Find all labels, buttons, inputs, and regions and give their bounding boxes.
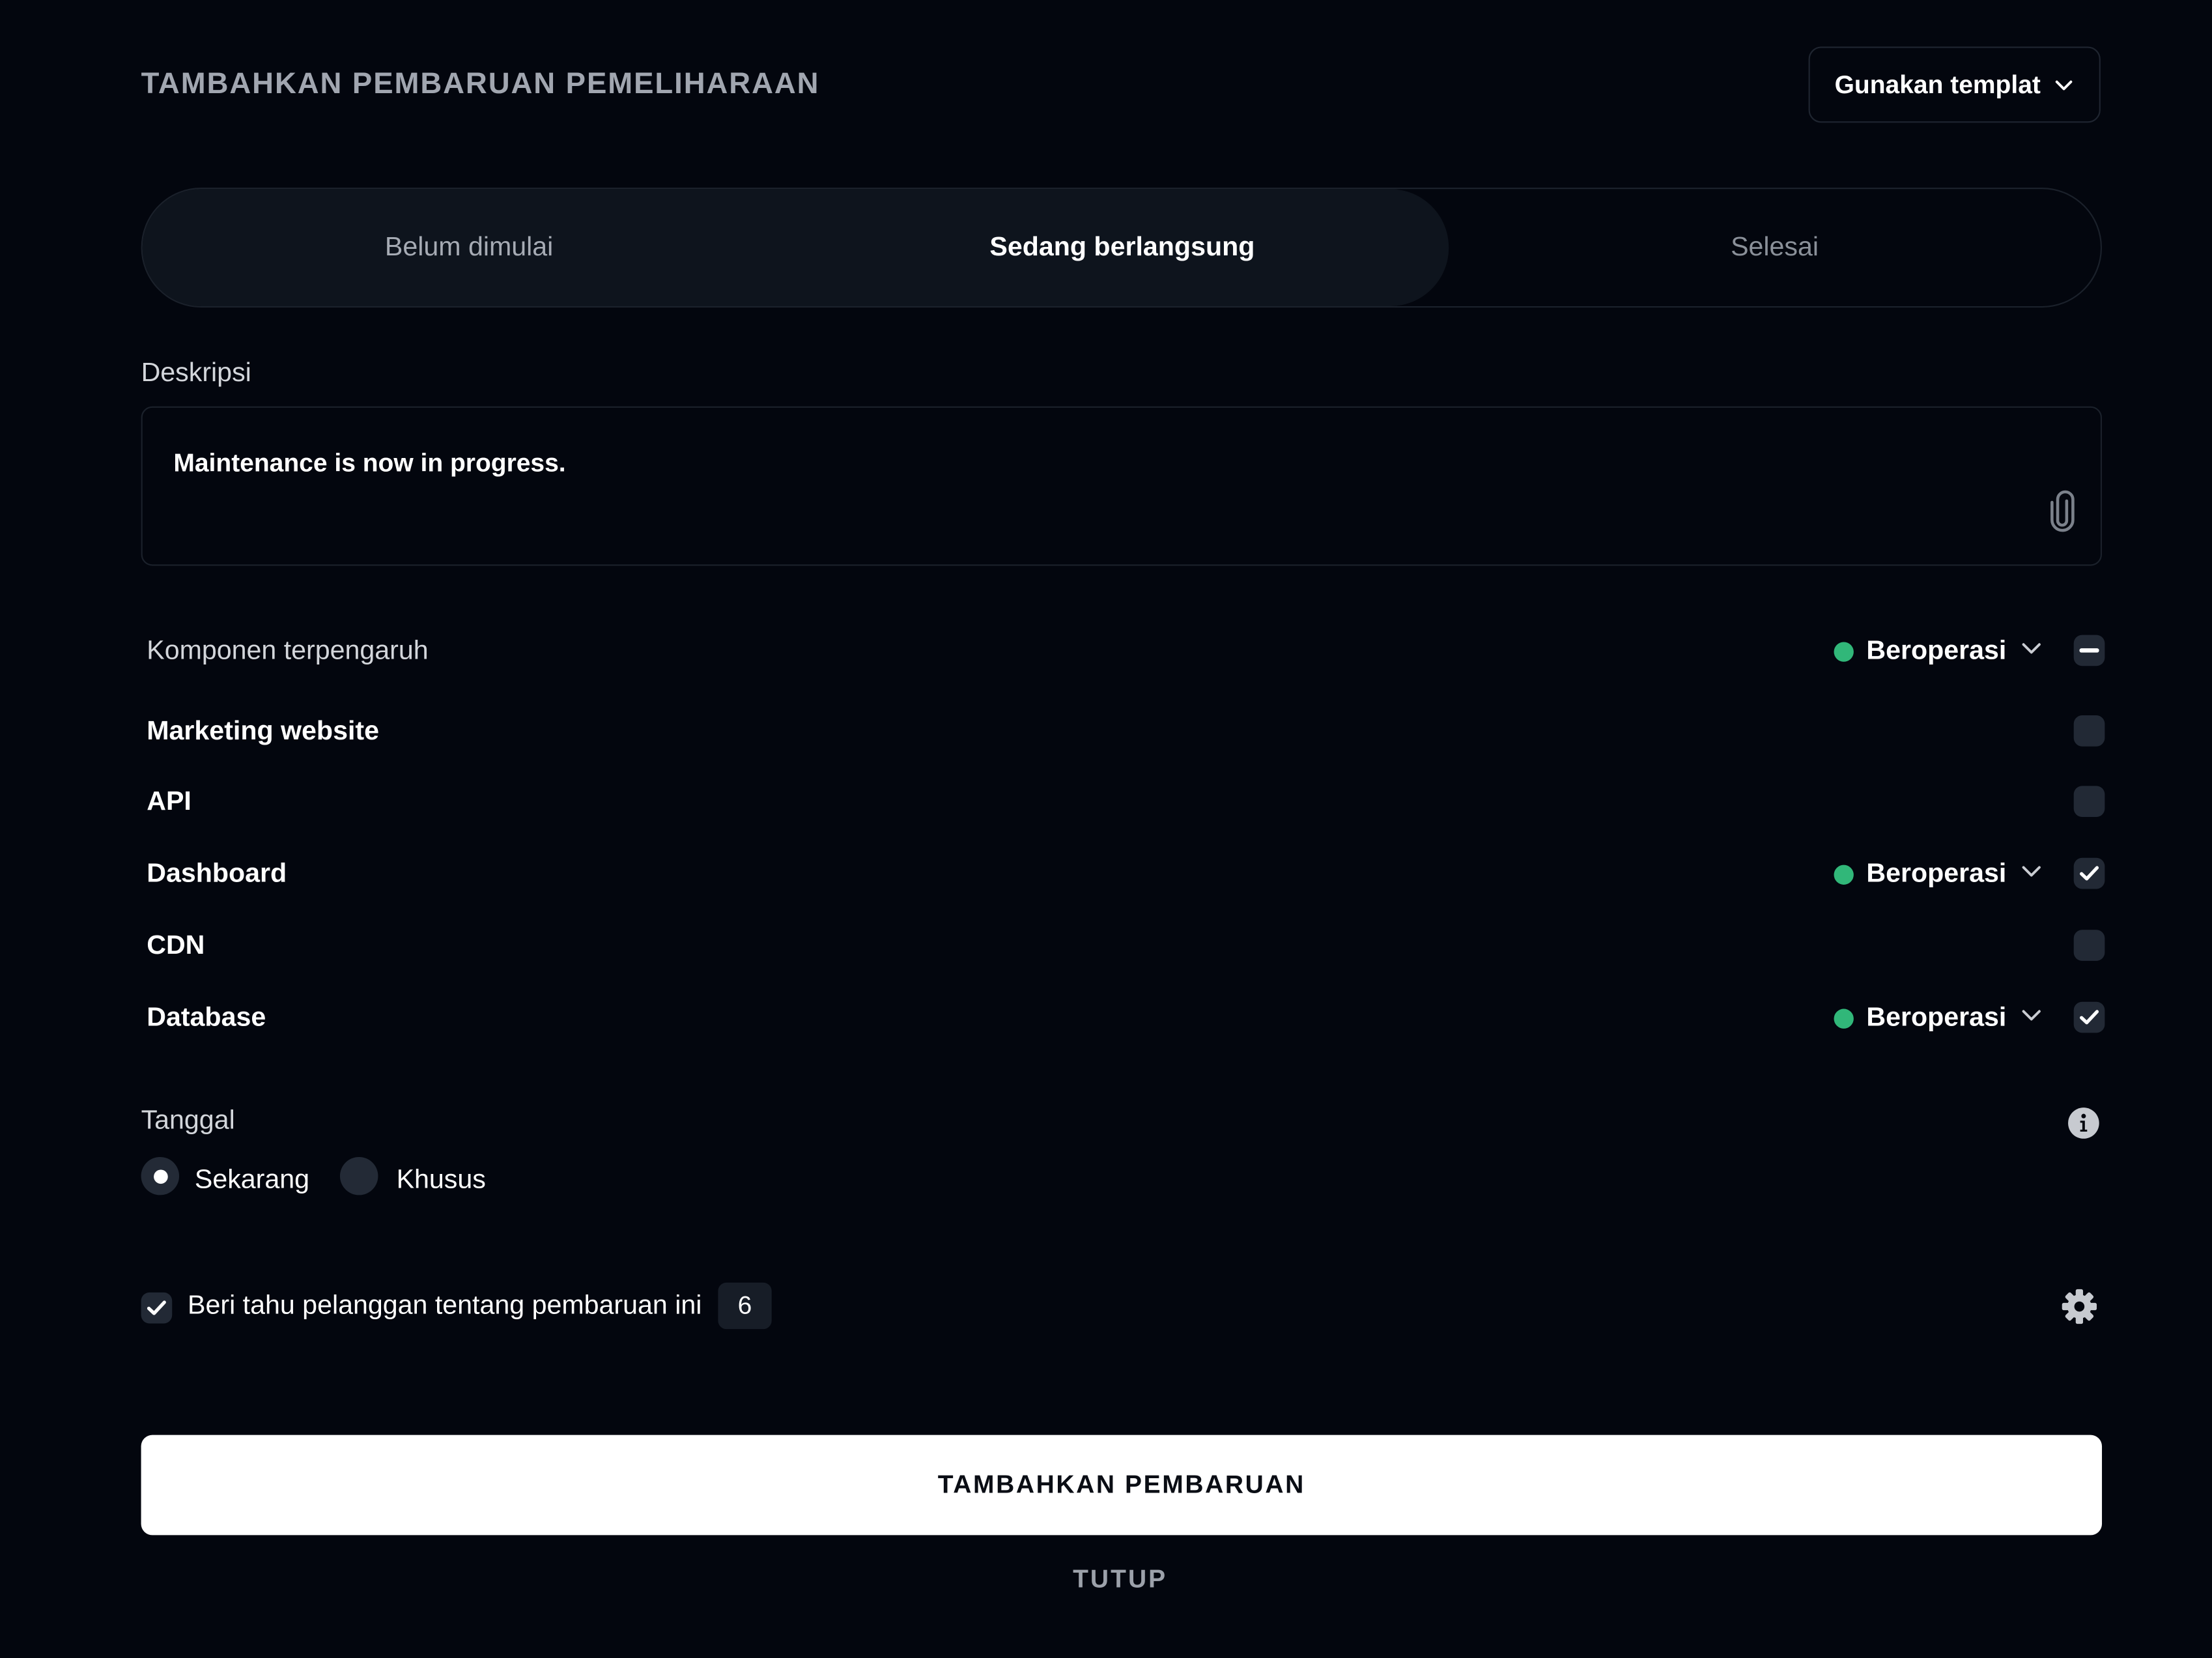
date-option-now-label[interactable]: Sekarang (195, 1165, 309, 1197)
status-segmented-control: Belum dimulai Sedang berlangsung Selesai (141, 188, 2103, 308)
component-name-database: Database (147, 1003, 266, 1033)
component-name-cdn: CDN (147, 931, 205, 961)
component-checkbox-dashboard[interactable] (2073, 857, 2105, 889)
paperclip-icon[interactable] (2045, 488, 2079, 540)
description-label: Deskripsi (141, 358, 251, 388)
select-all-components-checkbox[interactable] (2073, 635, 2105, 666)
status-dot (1834, 1008, 1854, 1029)
component-status-value: Beroperasi (1866, 859, 2007, 889)
component-checkbox-marketing-website[interactable] (2073, 715, 2105, 747)
add-update-button[interactable]: TAMBAHKAN PEMBARUAN (141, 1435, 2103, 1536)
use-template-button[interactable]: Gunakan templat (1808, 46, 2101, 123)
component-status-value: Beroperasi (1866, 1003, 2007, 1033)
component-checkbox-cdn[interactable] (2073, 930, 2105, 961)
description-value: Maintenance is now in progress. (173, 448, 566, 478)
check-icon (147, 1300, 166, 1315)
maintenance-update-modal: TAMBAHKAN PEMBARUAN PEMELIHARAAN Gunakan… (0, 0, 2212, 1658)
status-tab-in-progress[interactable]: Sedang berlangsung (796, 189, 1449, 306)
component-name-dashboard: Dashboard (147, 859, 287, 889)
radio-selected-dot (152, 1169, 167, 1184)
date-option-custom-label[interactable]: Khusus (397, 1165, 486, 1197)
use-template-label: Gunakan templat (1834, 70, 2041, 98)
check-icon (2080, 1010, 2099, 1025)
gear-icon[interactable] (2061, 1288, 2097, 1332)
bulk-status-value: Beroperasi (1866, 636, 2007, 666)
component-name-api: API (147, 787, 191, 817)
status-dot (1834, 865, 1854, 885)
date-option-custom-radio[interactable] (339, 1156, 378, 1195)
check-icon (2080, 866, 2099, 881)
component-checkbox-database[interactable] (2073, 1001, 2105, 1033)
close-button[interactable]: TUTUP (979, 1556, 1261, 1601)
date-option-now-radio[interactable] (141, 1156, 180, 1195)
chevron-down-icon (2052, 74, 2075, 96)
subscriber-count-badge: 6 (718, 1282, 772, 1330)
chevron-down-icon (2019, 858, 2045, 892)
chevron-down-icon (2019, 635, 2045, 669)
bulk-status-select[interactable]: Beroperasi (1834, 632, 2045, 672)
info-icon[interactable] (2067, 1106, 2101, 1147)
component-status-select-dashboard[interactable]: Beroperasi (1834, 855, 2045, 894)
minus-icon (2079, 648, 2099, 653)
modal-title: TAMBAHKAN PEMBARUAN PEMELIHARAAN (141, 67, 820, 100)
component-status-select-database[interactable]: Beroperasi (1834, 999, 2045, 1038)
status-dot (1834, 642, 1854, 662)
status-tab-not-started[interactable]: Belum dimulai (143, 189, 796, 306)
chevron-down-icon (2019, 1002, 2045, 1036)
date-label: Tanggal (141, 1106, 235, 1136)
component-name-marketing-website: Marketing website (147, 717, 379, 747)
notify-subscribers-checkbox[interactable] (141, 1292, 173, 1324)
notify-subscribers-label[interactable]: Beri tahu pelanggan tentang pembaruan in… (188, 1291, 702, 1322)
component-checkbox-api[interactable] (2073, 786, 2105, 817)
description-textarea[interactable]: Maintenance is now in progress. (141, 406, 2103, 566)
affected-components-label: Komponen terpengaruh (147, 636, 429, 666)
status-tab-completed[interactable]: Selesai (1449, 189, 2101, 306)
